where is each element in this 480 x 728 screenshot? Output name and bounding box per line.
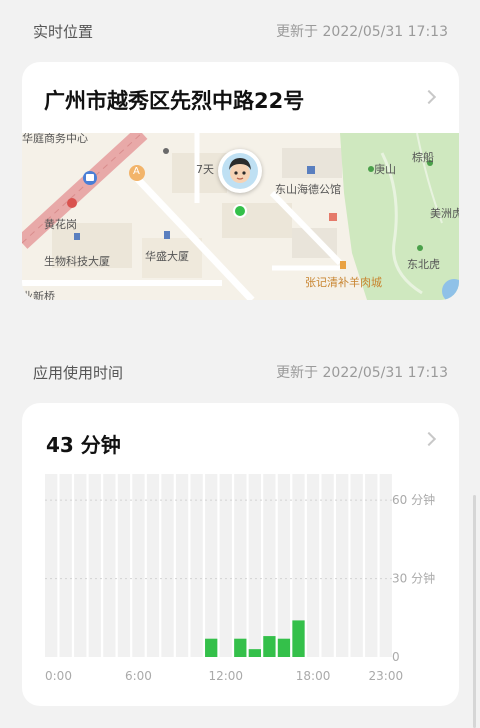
- usage-bar-chart: 60 分钟 30 分钟 0 0:00 6:00 12:00 18:00 23:00: [45, 474, 435, 683]
- chart-bar: [248, 649, 261, 657]
- location-card[interactable]: 广州市越秀区先烈中路22号 华庭商务中心 黄花岗 生物科技大厦 华盛大厦 业新桥…: [22, 62, 459, 300]
- chart-y-tick-label: 0: [392, 650, 400, 664]
- avatar-icon: [222, 153, 258, 189]
- chart-x-tick-label: 12:00: [208, 669, 243, 683]
- chart-column-bg: [336, 474, 349, 657]
- chart-column-bg: [45, 474, 58, 657]
- chart-bar: [205, 638, 218, 657]
- chart-bar: [277, 638, 291, 657]
- scrollbar[interactable]: [473, 495, 476, 728]
- map-label-meizhou: 美洲虎: [430, 207, 459, 220]
- map-label-huasheng: 华盛大厦: [145, 250, 189, 263]
- usage-card[interactable]: 43 分钟 60 分钟 30 分钟 0 0:00 6:00 12:00 18:00 23:00: [22, 403, 459, 706]
- address-row[interactable]: 广州市越秀区先烈中路22号: [22, 62, 459, 132]
- chart-column-bg: [379, 474, 392, 657]
- usage-section-title: 应用使用时间: [33, 364, 124, 382]
- chart-column-bg: [161, 474, 174, 657]
- chart-column-bg: [88, 474, 101, 657]
- chart-column-bg: [350, 474, 363, 657]
- chart-column-bg: [175, 474, 189, 657]
- chart-bar: [292, 620, 305, 657]
- location-section-header: 实时位置 更新于 2022/05/31 17:13: [0, 21, 480, 41]
- chart-column-bg: [74, 474, 87, 657]
- map-label-zhangji: 张记清补羊肉城: [305, 276, 382, 289]
- chart-column-bg: [132, 474, 145, 657]
- map-label-huating: 华庭商务中心: [22, 133, 88, 145]
- chevron-right-icon: [421, 89, 437, 105]
- map-label-huanghuagang: 黄花岗: [44, 218, 77, 231]
- map-label-gengshan: 庚山: [374, 163, 396, 176]
- map-label-xinqiao: 业新桥: [22, 290, 55, 300]
- chart-column-bg: [234, 474, 247, 657]
- map-label-zongchuan: 棕船: [412, 151, 434, 164]
- chart-column-bg: [117, 474, 131, 657]
- chart-y-tick-label: 30 分钟: [392, 571, 435, 586]
- avatar-pin[interactable]: [218, 149, 262, 193]
- chart-column-bg: [277, 474, 291, 657]
- chart-x-tick-label: 18:00: [296, 669, 331, 683]
- chart-bar: [263, 636, 276, 657]
- chart-column-bg: [205, 474, 218, 657]
- map-badge-a: A: [133, 166, 140, 177]
- location-section-title: 实时位置: [33, 23, 94, 41]
- map-label-biotech: 生物科技大厦: [44, 255, 110, 268]
- usage-updated-time: 更新于 2022/05/31 17:13: [276, 365, 448, 381]
- map-label-dongbeihu: 东北虎: [407, 258, 440, 271]
- chart-column-bg: [248, 474, 261, 657]
- chart-column-bg: [59, 474, 72, 657]
- chart-column-bg: [103, 474, 116, 657]
- chart-x-tick-label: 23:00: [369, 669, 404, 683]
- chart-column-bg: [146, 474, 160, 657]
- address-text: 广州市越秀区先烈中路22号: [44, 89, 305, 113]
- chart-column-bg: [321, 474, 334, 657]
- chart-y-tick-label: 60 分钟: [392, 492, 435, 507]
- usage-section-header: 应用使用时间 更新于 2022/05/31 17:13: [0, 362, 480, 382]
- map-label-7days: 7天: [196, 163, 214, 176]
- chart-column-bg: [263, 474, 276, 657]
- chart-bar: [234, 638, 247, 657]
- chart-column-bg: [190, 474, 203, 657]
- chart-x-tick-label: 6:00: [125, 669, 152, 683]
- chart-column-bg: [219, 474, 232, 657]
- chart-column-bg: [306, 474, 320, 657]
- location-map[interactable]: 华庭商务中心 黄花岗 生物科技大厦 华盛大厦 业新桥 7天 东山海德公馆 张记清…: [22, 133, 459, 300]
- map-label-dongshan: 东山海德公馆: [275, 183, 341, 196]
- chart-x-tick-label: 0:00: [45, 669, 72, 683]
- location-updated-time: 更新于 2022/05/31 17:13: [276, 24, 448, 40]
- chart-column-bg: [365, 474, 378, 657]
